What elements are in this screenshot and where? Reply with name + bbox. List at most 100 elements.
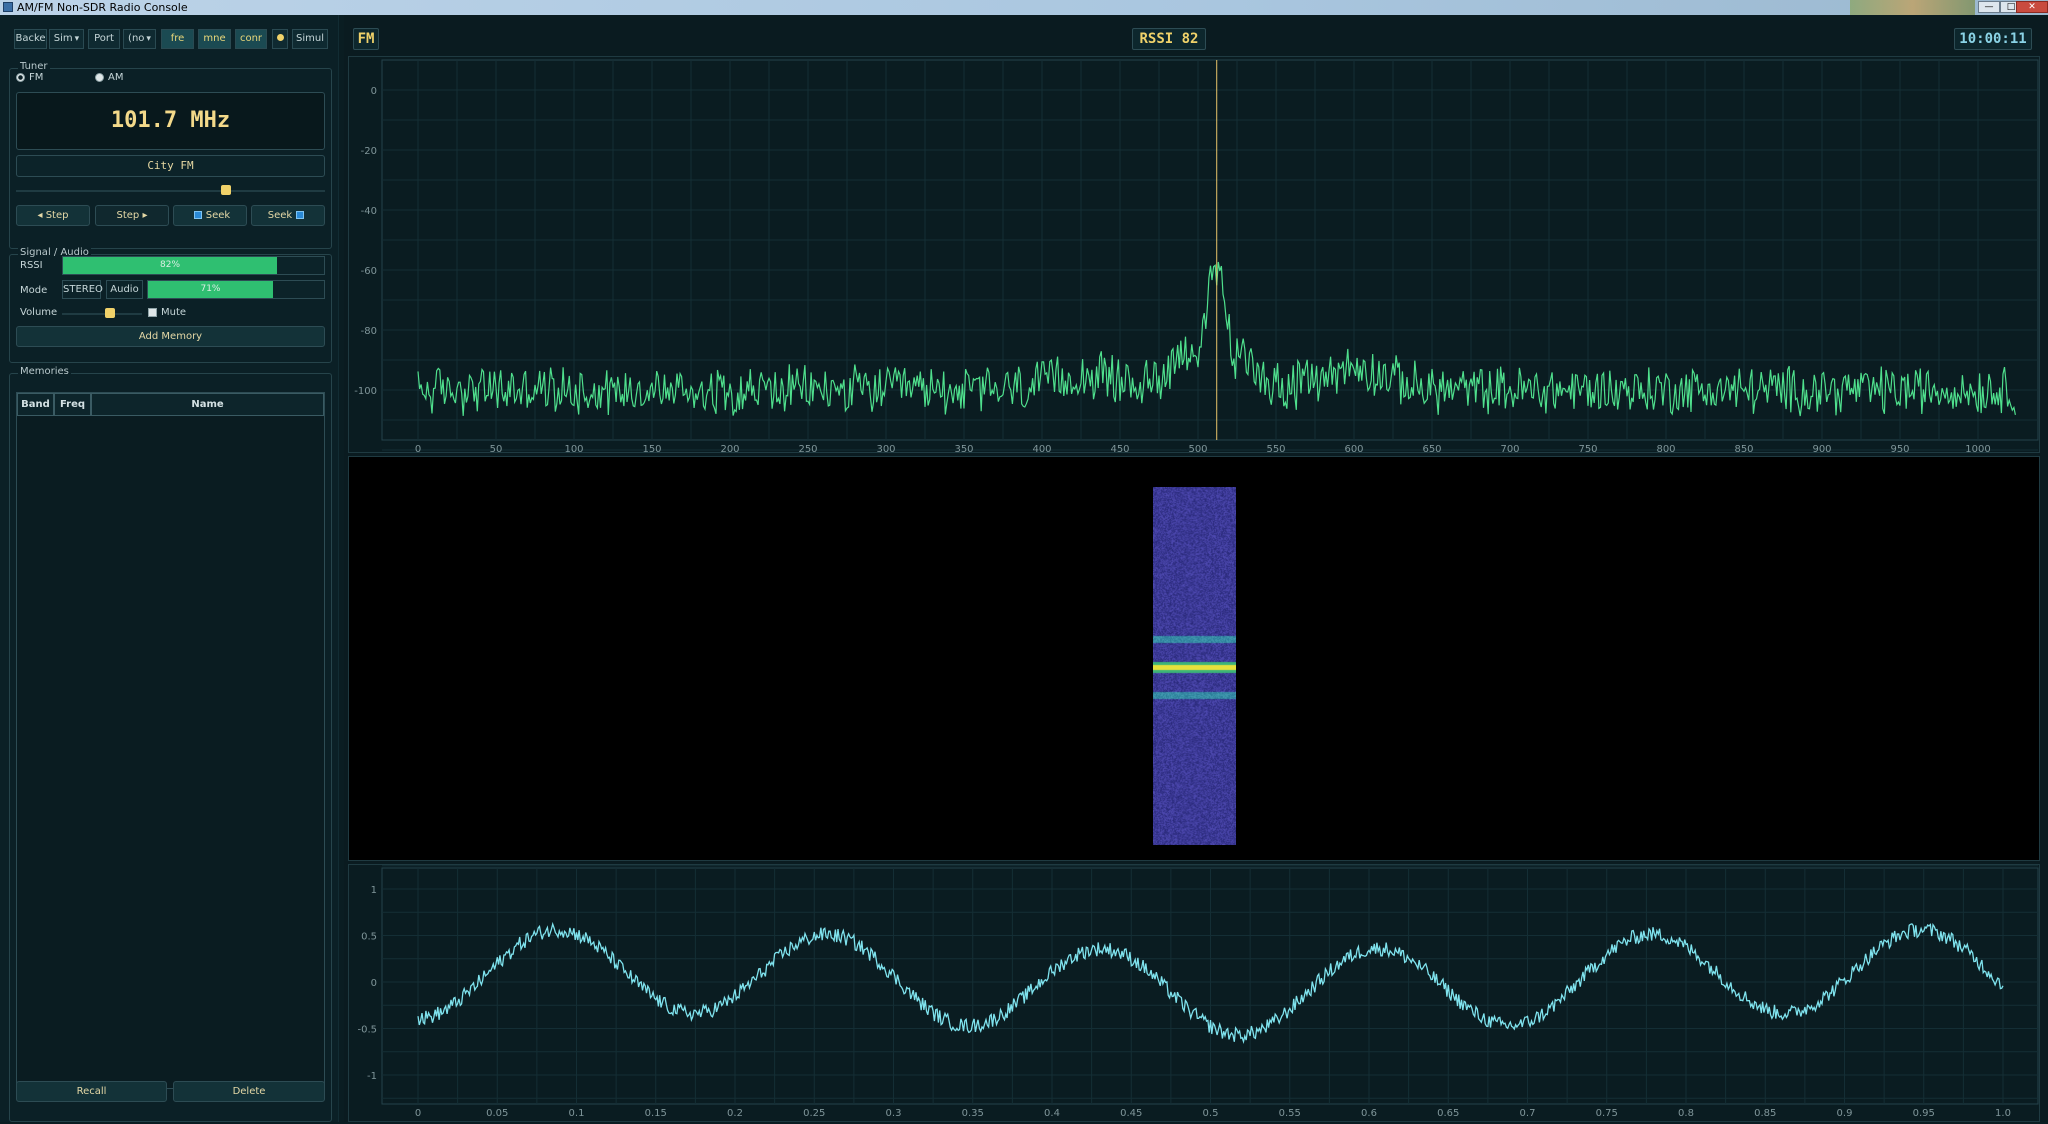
status-dot-icon <box>276 34 284 41</box>
rssi-meter: 82% <box>62 256 325 275</box>
radio-unchecked-icon <box>95 73 104 82</box>
y-tick-label: -1 <box>367 1071 377 1082</box>
title-bar: AM/FM Non-SDR Radio Console — □ ✕ <box>0 0 2048 15</box>
x-tick-label: 550 <box>1266 444 1285 452</box>
waterfall-strip <box>1153 487 1236 845</box>
memories-table[interactable]: Band Freq Name <box>16 392 325 1089</box>
mode-value: STEREO <box>62 280 103 299</box>
x-tick-label: 100 <box>564 444 583 452</box>
simulate-button[interactable]: Simul <box>292 29 328 49</box>
waterfall-panel[interactable] <box>348 456 2040 861</box>
x-tick-label: 800 <box>1656 444 1675 452</box>
rssi-label: RSSI <box>20 260 43 271</box>
x-tick-label: 0.95 <box>1913 1108 1935 1119</box>
window-title: AM/FM Non-SDR Radio Console <box>17 1 188 14</box>
seek-down-button[interactable]: Seek <box>173 205 247 226</box>
mute-label: Mute <box>161 307 187 318</box>
recall-button[interactable]: Recall <box>16 1081 167 1102</box>
x-tick-label: 300 <box>876 444 895 452</box>
y-tick-label: 0 <box>371 86 377 97</box>
y-tick-label: -0.5 <box>357 1025 377 1036</box>
band-fm-label: FM <box>29 72 44 83</box>
x-tick-label: 950 <box>1890 444 1909 452</box>
connect-button[interactable]: conr <box>235 29 267 49</box>
x-tick-label: 650 <box>1422 444 1441 452</box>
x-tick-label: 900 <box>1812 444 1831 452</box>
tune-slider-track[interactable] <box>16 190 325 192</box>
x-tick-label: 400 <box>1032 444 1051 452</box>
x-tick-label: 1.0 <box>1995 1108 2011 1119</box>
y-tick-label: -60 <box>361 266 377 277</box>
delete-button[interactable]: Delete <box>173 1081 325 1102</box>
y-tick-label: -100 <box>354 386 377 397</box>
x-tick-label: 450 <box>1110 444 1129 452</box>
taskbar-thumbnail <box>1850 0 1975 15</box>
backend-combo[interactable]: Sim <box>49 29 84 49</box>
band-fm-radio[interactable]: FM <box>16 72 43 83</box>
x-tick-label: 750 <box>1578 444 1597 452</box>
mne-button[interactable]: mne <box>198 29 231 49</box>
volume-label: Volume <box>20 307 58 318</box>
x-tick-label: 0.4 <box>1044 1108 1060 1119</box>
x-tick-label: 0.45 <box>1120 1108 1142 1119</box>
volume-slider-track[interactable] <box>62 313 142 315</box>
x-tick-label: 0.1 <box>569 1108 585 1119</box>
add-memory-button[interactable]: Add Memory <box>16 326 325 347</box>
radio-checked-icon <box>16 73 25 82</box>
audio-meter-text: 71% <box>200 284 221 294</box>
y-tick-label: 0 <box>371 978 377 989</box>
port-combo[interactable]: (no <box>123 29 156 49</box>
column-header-name[interactable]: Name <box>91 393 324 416</box>
y-tick-label: 1 <box>371 885 377 896</box>
spectrum-panel[interactable]: 0 50 100 150 200 250 300 350 400 450 500 550 600 650 7… <box>348 56 2040 455</box>
close-button[interactable]: ✕ <box>2016 1 2048 13</box>
volume-slider-handle[interactable] <box>105 308 115 318</box>
seek-down-label: Seek <box>205 210 231 221</box>
x-tick-label: 0.55 <box>1279 1108 1301 1119</box>
y-tick-label: -80 <box>361 326 377 337</box>
minimize-button[interactable]: — <box>1978 1 2000 13</box>
seek-up-label: Seek <box>267 210 293 221</box>
y-tick-label: -20 <box>361 146 377 157</box>
x-tick-label: 150 <box>642 444 661 452</box>
x-tick-label: 0.75 <box>1596 1108 1618 1119</box>
x-tick-label: 1000 <box>1965 444 1990 452</box>
mode-label: Mode <box>20 285 48 296</box>
step-up-button[interactable]: Step ▸ <box>95 205 169 226</box>
clock-display: 10:00:11 <box>1954 28 2032 50</box>
seek-forward-icon <box>296 211 305 219</box>
checkbox-icon <box>148 308 157 317</box>
band-indicator: FM <box>353 28 379 50</box>
x-tick-label: 0.65 <box>1437 1108 1459 1119</box>
spectrum-plot[interactable]: 0 50 100 150 200 250 300 350 400 450 500 550 600 650 7… <box>349 57 2039 455</box>
column-header-freq[interactable]: Freq <box>54 393 91 416</box>
x-tick-label: 0.2 <box>727 1108 743 1119</box>
mute-checkbox[interactable]: Mute <box>148 307 186 318</box>
column-header-band[interactable]: Band <box>17 393 54 416</box>
port-combo-value: (no <box>128 33 145 44</box>
station-name: City FM <box>16 155 325 177</box>
audio-label: Audio <box>106 280 143 299</box>
x-tick-label: 0.6 <box>1361 1108 1377 1119</box>
step-down-button[interactable]: ◂ Step <box>16 205 90 226</box>
band-am-radio[interactable]: AM <box>95 72 123 83</box>
x-tick-label: 700 <box>1500 444 1519 452</box>
x-tick-label: 0.15 <box>645 1108 667 1119</box>
seek-back-icon <box>193 211 202 219</box>
x-tick-label: 0.9 <box>1837 1108 1853 1119</box>
backend-label: Backe <box>14 29 47 49</box>
rssi-indicator: RSSI 82 <box>1132 28 1206 50</box>
audio-scope-plot[interactable]: 0 0.05 0.1 0.15 0.2 0.25 0.3 0.35 0.4 0.45 0.5 0.55… <box>349 865 2039 1121</box>
x-tick-label: 0.8 <box>1678 1108 1694 1119</box>
seek-up-button[interactable]: Seek <box>251 205 325 226</box>
x-tick-label: 0.35 <box>962 1108 984 1119</box>
x-tick-label: 600 <box>1344 444 1363 452</box>
x-tick-label: 0.85 <box>1754 1108 1776 1119</box>
x-tick-label: 0.3 <box>886 1108 902 1119</box>
x-tick-label: 0 <box>415 444 421 452</box>
audio-scope-panel[interactable]: 0 0.05 0.1 0.15 0.2 0.25 0.3 0.35 0.4 0.45 0.5 0.55… <box>348 864 2040 1122</box>
memories-group-label: Memories <box>18 366 71 378</box>
tune-slider-handle[interactable] <box>221 185 232 195</box>
freq-button[interactable]: fre <box>161 29 194 49</box>
x-tick-label: 250 <box>798 444 817 452</box>
